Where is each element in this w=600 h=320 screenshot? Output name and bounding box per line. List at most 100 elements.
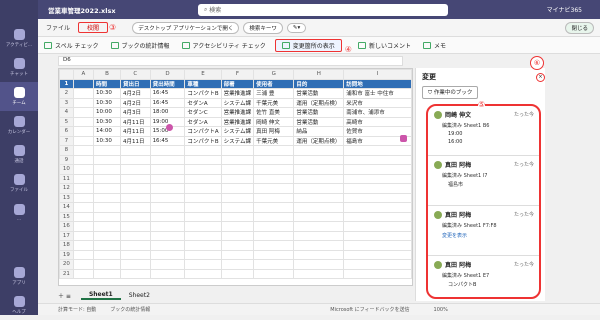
table-cell[interactable] — [120, 164, 151, 175]
table-cell[interactable]: 10:30 — [92, 97, 122, 108]
table-cell[interactable] — [72, 154, 94, 165]
table-cell[interactable]: 真田 阿梅 — [253, 126, 295, 137]
table-cell[interactable] — [293, 154, 345, 165]
table-cell[interactable]: 運用（定期点検） — [293, 97, 345, 108]
table-cell[interactable] — [220, 240, 255, 251]
table-cell[interactable]: 4月3日 — [120, 107, 151, 118]
table-header-cell[interactable]: 車種 — [184, 78, 222, 89]
search-keyword-button[interactable]: 検索キーワ — [243, 21, 283, 34]
column-header[interactable] — [59, 69, 74, 80]
column-header[interactable]: G — [253, 69, 295, 80]
table-cell[interactable] — [343, 164, 412, 175]
table-cell[interactable] — [92, 268, 122, 279]
table-cell[interactable] — [293, 221, 345, 232]
table-cell[interactable] — [120, 202, 151, 213]
table-cell[interactable] — [253, 249, 295, 260]
table-cell[interactable] — [72, 126, 94, 137]
table-header-cell[interactable]: 時間 — [92, 78, 122, 89]
table-header-cell[interactable]: 目的 — [293, 78, 345, 89]
column-header[interactable]: I — [343, 69, 412, 80]
add-sheet-icon[interactable]: ＋ ≡ — [58, 291, 71, 300]
accessibility-button[interactable]: アクセシビリティ チェック — [176, 41, 272, 50]
table-cell[interactable] — [184, 183, 222, 194]
tab-sheet2[interactable]: Sheet2 — [121, 292, 158, 299]
change-value[interactable]: 変更を表示 — [442, 232, 535, 239]
row-number[interactable]: 12 — [59, 183, 74, 194]
row-number[interactable]: 14 — [59, 202, 74, 213]
table-cell[interactable] — [120, 221, 151, 232]
table-cell[interactable] — [92, 173, 122, 184]
table-cell[interactable] — [72, 192, 94, 203]
table-cell[interactable] — [220, 145, 255, 156]
table-cell[interactable] — [92, 145, 122, 156]
rail-item-0[interactable]: アクティビ... — [0, 24, 38, 53]
table-cell[interactable] — [184, 240, 222, 251]
table-cell[interactable] — [92, 249, 122, 260]
change-card[interactable]: 岡崎 伸文 たった今 編集済み Sheet1 B6 19:00 16:00 — [428, 106, 539, 156]
table-cell[interactable]: 4月2日 — [120, 88, 151, 99]
column-header[interactable]: E — [184, 69, 222, 80]
table-header-cell[interactable]: 貸出時間 — [149, 78, 186, 89]
table-cell[interactable] — [220, 192, 255, 203]
table-cell[interactable] — [92, 221, 122, 232]
rail-apps[interactable]: アプリ — [0, 262, 38, 291]
table-cell[interactable] — [343, 192, 412, 203]
table-cell[interactable] — [293, 230, 345, 241]
table-cell[interactable]: 4月11日 — [120, 126, 151, 137]
table-cell[interactable]: コンパクトA — [184, 126, 222, 137]
table-cell[interactable] — [92, 259, 122, 270]
table-cell[interactable] — [220, 221, 255, 232]
table-cell[interactable]: 16:45 — [149, 135, 186, 146]
table-cell[interactable]: 営業活動 — [293, 107, 345, 118]
change-card[interactable]: 真田 阿梅 たった今 編集済み Sheet1 F7:F8 変更を表示 — [428, 206, 539, 256]
table-cell[interactable] — [184, 202, 222, 213]
feedback-link[interactable]: Microsoft にフィードバックを送信 — [330, 306, 409, 313]
table-cell[interactable] — [293, 183, 345, 194]
table-cell[interactable]: 営業活動 — [293, 116, 345, 127]
table-cell[interactable] — [92, 202, 122, 213]
table-cell[interactable] — [293, 249, 345, 260]
table-cell[interactable]: 10:00 — [92, 107, 122, 118]
row-number[interactable]: 18 — [59, 240, 74, 251]
table-cell[interactable] — [220, 202, 255, 213]
table-cell[interactable]: コンパクトB — [184, 135, 222, 146]
table-cell[interactable] — [184, 249, 222, 260]
rail-item-4[interactable]: 通話 — [0, 140, 38, 169]
table-cell[interactable] — [72, 145, 94, 156]
table-cell[interactable] — [72, 211, 94, 222]
table-cell[interactable] — [184, 192, 222, 203]
column-header[interactable]: F — [220, 69, 255, 80]
rail-item-6[interactable]: ... — [0, 198, 38, 227]
menu-file[interactable]: ファイル — [38, 23, 78, 32]
table-cell[interactable]: 営業推進課 — [220, 88, 255, 99]
table-cell[interactable] — [253, 240, 295, 251]
table-cell[interactable] — [120, 259, 151, 270]
table-cell[interactable]: 4月11日 — [120, 135, 151, 146]
table-cell[interactable] — [184, 221, 222, 232]
table-header-cell[interactable]: 使用者 — [253, 78, 295, 89]
column-header[interactable]: B — [92, 69, 122, 80]
table-cell[interactable]: 三浦 豊 — [253, 88, 295, 99]
table-cell[interactable] — [253, 164, 295, 175]
table-cell[interactable] — [293, 211, 345, 222]
column-header[interactable]: A — [72, 69, 94, 80]
table-cell[interactable] — [72, 116, 94, 127]
workbook-stats[interactable]: ブックの統計情報 — [110, 306, 150, 313]
rail-item-5[interactable]: ファイル — [0, 169, 38, 198]
table-cell[interactable] — [220, 249, 255, 260]
table-cell[interactable] — [220, 154, 255, 165]
table-cell[interactable] — [72, 268, 94, 279]
row-number[interactable]: 1 — [59, 78, 74, 89]
row-number[interactable]: 17 — [59, 230, 74, 241]
filter-button[interactable]: ⛉ 作業中のブック — [422, 86, 479, 99]
table-cell[interactable] — [72, 230, 94, 241]
table-cell[interactable]: 16:45 — [149, 97, 186, 108]
table-cell[interactable] — [184, 259, 222, 270]
table-cell[interactable] — [293, 145, 345, 156]
menu-review[interactable]: 校閲 — [78, 22, 109, 33]
table-cell[interactable] — [253, 211, 295, 222]
table-cell[interactable] — [220, 259, 255, 270]
table-cell[interactable] — [149, 154, 186, 165]
table-cell[interactable] — [72, 202, 94, 213]
row-number[interactable]: 11 — [59, 173, 74, 184]
